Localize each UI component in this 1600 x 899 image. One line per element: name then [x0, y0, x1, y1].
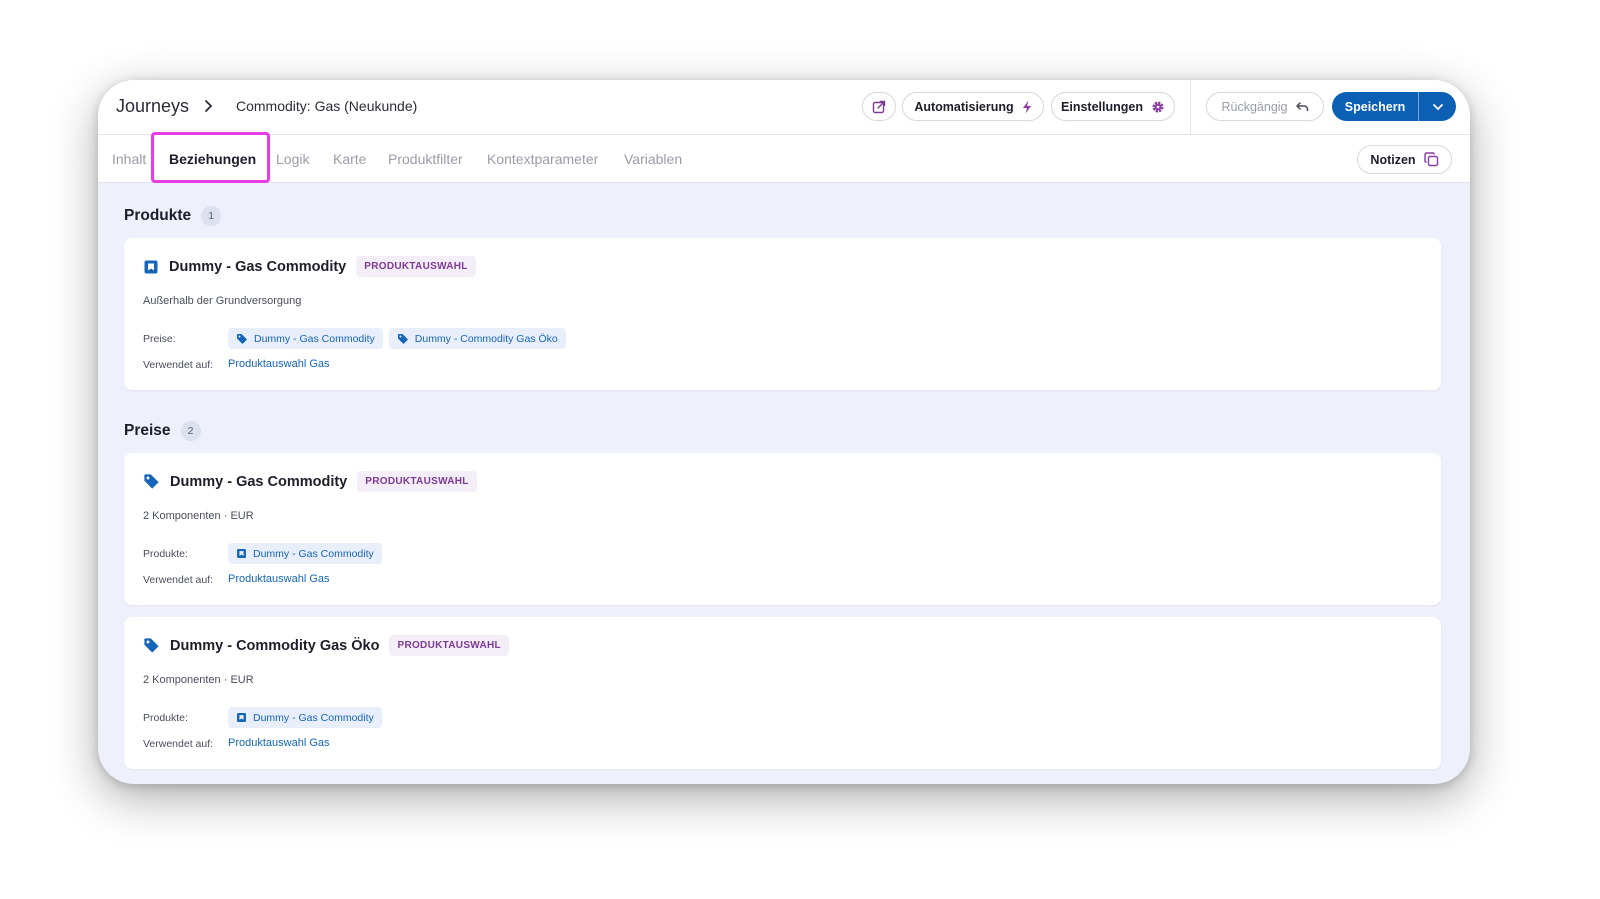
header-divider — [1190, 80, 1191, 135]
tab-kontextparameter[interactable]: Kontextparameter — [487, 151, 598, 167]
notes-copy-icon — [1423, 152, 1438, 167]
save-options-dropdown[interactable] — [1419, 92, 1456, 121]
tab-inhalt[interactable]: Inhalt — [112, 151, 146, 167]
card-title: Dummy - Commodity Gas Öko — [170, 637, 380, 654]
chevron-down-icon — [1432, 103, 1443, 110]
product-icon — [237, 713, 246, 722]
tab-karte[interactable]: Karte — [333, 151, 366, 167]
price-chip-label: Dummy - Gas Commodity — [254, 332, 375, 345]
produkte-count-badge: 1 — [201, 206, 222, 226]
section-produkte-heading: Produkte 1 — [124, 206, 222, 226]
settings-button[interactable]: Einstellungen — [1051, 92, 1175, 121]
products-label: Produkte: — [143, 548, 188, 560]
section-preise-heading: Preise 2 — [124, 421, 201, 441]
save-button[interactable]: Speichern — [1332, 92, 1418, 121]
undo-label: Rückgängig — [1221, 99, 1288, 114]
product-icon — [144, 260, 158, 273]
product-chip-label: Dummy - Gas Commodity — [253, 711, 374, 724]
type-badge: PRODUKTAUSWAHL — [389, 635, 509, 656]
card-title: Dummy - Gas Commodity — [170, 473, 348, 490]
tab-bar: Inhalt Beziehungen Logik Karte Produktfi… — [98, 132, 1470, 183]
page-title: Commodity: Gas (Neukunde) — [236, 98, 418, 114]
preise-count-badge: 2 — [180, 421, 201, 441]
product-chips: Dummy - Gas Commodity — [228, 707, 382, 728]
price-card[interactable]: Dummy - Gas Commodity PRODUKTAUSWAHL 2 K… — [124, 453, 1441, 605]
open-external-button[interactable] — [862, 92, 896, 121]
card-description: 2 Komponenten · EUR — [143, 674, 254, 686]
card-description: Außerhalb der Grundversorgung — [143, 295, 302, 307]
type-badge: PRODUKTAUSWAHL — [356, 256, 476, 277]
product-chip-label: Dummy - Gas Commodity — [253, 547, 374, 560]
product-chip[interactable]: Dummy - Gas Commodity — [228, 707, 382, 728]
products-label: Produkte: — [143, 712, 188, 724]
gear-icon — [1152, 101, 1164, 112]
undo-button[interactable]: Rückgängig — [1206, 92, 1324, 121]
price-tag-icon — [144, 474, 159, 489]
used-on-label: Verwendet auf: — [143, 574, 214, 586]
save-button-group: Speichern — [1332, 92, 1456, 121]
price-tag-icon — [397, 333, 408, 344]
price-card[interactable]: Dummy - Commodity Gas Öko PRODUKTAUSWAHL… — [124, 617, 1441, 769]
section-produkte-title: Produkte — [124, 207, 192, 224]
type-badge: PRODUKTAUSWAHL — [357, 471, 477, 492]
tab-produktfilter[interactable]: Produktfilter — [388, 151, 463, 167]
chevron-right-icon — [205, 100, 213, 112]
price-chips: Dummy - Gas Commodity Dummy - Commodity … — [228, 328, 566, 349]
external-link-icon — [872, 100, 886, 113]
tab-beziehungen[interactable]: Beziehungen — [169, 151, 256, 167]
price-chip[interactable]: Dummy - Commodity Gas Öko — [388, 328, 566, 349]
notes-button[interactable]: Notizen — [1357, 145, 1452, 174]
lightning-icon — [1022, 100, 1031, 113]
used-on-link[interactable]: Produktauswahl Gas — [228, 573, 330, 585]
used-on-label: Verwendet auf: — [143, 738, 214, 750]
tab-variablen[interactable]: Variablen — [624, 151, 682, 167]
card-header: Dummy - Gas Commodity PRODUKTAUSWAHL — [143, 256, 476, 277]
card-title: Dummy - Gas Commodity — [169, 258, 347, 275]
app-window: Journeys Commodity: Gas (Neukunde) Autom… — [98, 80, 1470, 784]
price-tag-icon — [144, 638, 159, 653]
notes-label: Notizen — [1370, 152, 1416, 167]
top-header: Journeys Commodity: Gas (Neukunde) Autom… — [98, 80, 1470, 135]
used-on-label: Verwendet auf: — [143, 359, 214, 371]
breadcrumb-journeys[interactable]: Journeys — [116, 96, 189, 117]
price-chip-label: Dummy - Commodity Gas Öko — [414, 332, 558, 345]
undo-icon — [1295, 102, 1308, 112]
settings-label: Einstellungen — [1061, 99, 1143, 114]
used-on-link[interactable]: Produktauswahl Gas — [228, 358, 330, 370]
price-tag-icon — [237, 333, 247, 344]
automation-label: Automatisierung — [914, 99, 1014, 114]
section-preise-title: Preise — [124, 422, 171, 439]
product-card[interactable]: Dummy - Gas Commodity PRODUKTAUSWAHL Auß… — [124, 238, 1441, 390]
product-icon — [237, 549, 246, 558]
prices-label: Preise: — [143, 333, 176, 345]
product-chips: Dummy - Gas Commodity — [228, 543, 382, 564]
tab-logik[interactable]: Logik — [276, 151, 309, 167]
card-header: Dummy - Gas Commodity PRODUKTAUSWAHL — [143, 471, 477, 492]
product-chip[interactable]: Dummy - Gas Commodity — [228, 543, 382, 564]
used-on-link[interactable]: Produktauswahl Gas — [228, 737, 330, 749]
card-description: 2 Komponenten · EUR — [143, 510, 254, 522]
automation-button[interactable]: Automatisierung — [902, 92, 1044, 121]
price-chip[interactable]: Dummy - Gas Commodity — [228, 328, 383, 349]
card-header: Dummy - Commodity Gas Öko PRODUKTAUSWAHL — [143, 635, 509, 656]
